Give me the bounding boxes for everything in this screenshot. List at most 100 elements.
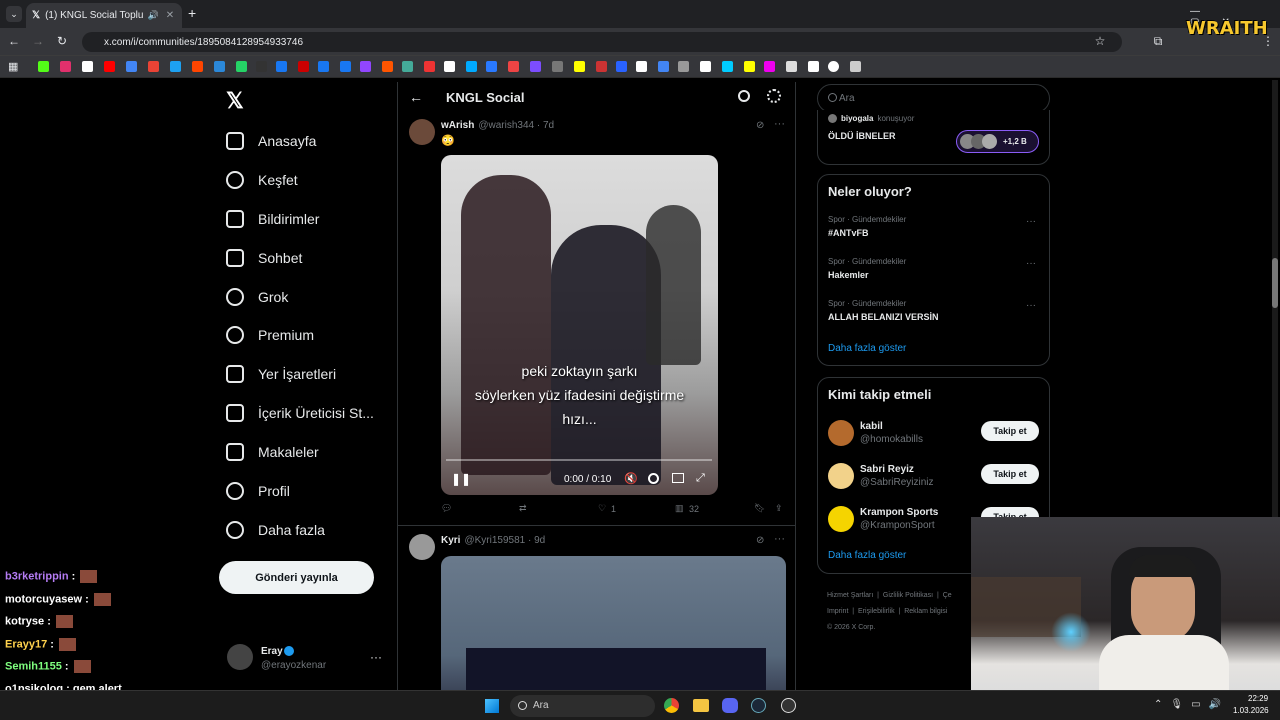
bookmark-icon[interactable] [298, 61, 309, 72]
video-settings-icon[interactable] [648, 473, 659, 484]
bookmark-icon[interactable] [552, 61, 563, 72]
bookmark-icon[interactable] [256, 61, 267, 72]
more-options-icon[interactable]: ··· [1026, 258, 1036, 269]
follow-name[interactable]: Sabri Reyiz [860, 464, 914, 475]
nav-item[interactable]: Bildirimler [226, 207, 319, 231]
explorer-icon[interactable] [693, 699, 709, 712]
mute-icon[interactable]: 🔇 [624, 472, 638, 485]
bookmark-icon[interactable] [82, 61, 93, 72]
tab-list-button[interactable]: ⌄ [6, 6, 22, 22]
reload-icon[interactable]: ↻ [54, 34, 70, 48]
bookmark-icon[interactable] [214, 61, 225, 72]
search-box[interactable]: Ara [817, 84, 1050, 113]
follow-avatar[interactable] [828, 506, 854, 532]
bookmark-icon[interactable] [764, 61, 775, 72]
bookmark-icon[interactable] [276, 61, 287, 72]
footer-link[interactable]: Hizmet Şartları [827, 592, 873, 599]
new-tab-button[interactable]: + [188, 5, 196, 21]
bookmark-icon[interactable] [636, 61, 647, 72]
more-options-icon[interactable]: ··· [1026, 300, 1036, 311]
nav-item[interactable]: İçerik Üreticisi St... [226, 401, 374, 425]
follow-button[interactable]: Takip et [981, 464, 1039, 484]
clock-time[interactable]: 22:29 [1248, 694, 1268, 703]
bookmark-icon[interactable] [828, 61, 839, 72]
url-bar[interactable]: x.com/i/communities/1895084128954933746 [82, 32, 1122, 52]
bookmark-icon[interactable] [402, 61, 413, 72]
bookmark-icon[interactable] [340, 61, 351, 72]
bookmark-icon[interactable] [170, 61, 181, 72]
follow-button[interactable]: Takip et [981, 421, 1039, 441]
bookmark-icon[interactable] [424, 61, 435, 72]
nav-item[interactable]: Yer İşaretleri [226, 362, 336, 386]
footer-link[interactable]: Çe [943, 592, 952, 599]
trends-show-more-link[interactable]: Daha fazla göster [828, 343, 906, 354]
bookmark-icon[interactable] [148, 61, 159, 72]
retweet-icon[interactable]: ⇄ [519, 503, 527, 514]
back-arrow-icon[interactable]: ← [409, 89, 423, 105]
grok-icon[interactable]: ⊘ [756, 535, 764, 546]
bookmark-icon[interactable] [616, 61, 627, 72]
bookmark-icon[interactable] [486, 61, 497, 72]
trend-name[interactable]: #ANTvFB [828, 228, 869, 238]
follow-avatar[interactable] [828, 420, 854, 446]
fullscreen-icon[interactable]: ⤢ [696, 472, 705, 485]
nav-item[interactable]: Makaleler [226, 440, 319, 464]
bookmark-icon[interactable] [444, 61, 455, 72]
tray-icons[interactable]: ⌃🎙▭🔊 [1154, 699, 1229, 710]
pip-icon[interactable] [672, 473, 684, 483]
nav-item[interactable]: Anasayfa [226, 129, 316, 153]
views-icon[interactable]: ▥ [675, 503, 684, 514]
bookmark-icon[interactable] [60, 61, 71, 72]
tweet-avatar[interactable] [409, 534, 435, 560]
bookmark-icon[interactable] [596, 61, 607, 72]
active-tab[interactable]: 𝕏 (1) KNGL Social Topluluk / X 🔊 ✕ [26, 3, 182, 28]
forward-icon[interactable]: → [30, 34, 46, 48]
follow-show-more-link[interactable]: Daha fazla göster [828, 550, 906, 561]
obs-icon[interactable] [781, 698, 796, 713]
bookmark-icon[interactable] [574, 61, 585, 72]
chrome-icon[interactable] [664, 698, 679, 713]
more-options-icon[interactable]: ··· [774, 533, 785, 545]
tab-close-icon[interactable]: ✕ [164, 10, 176, 22]
like-icon[interactable]: ♡ [598, 503, 606, 514]
x-logo-icon[interactable]: 𝕏 [226, 88, 244, 114]
bookmark-icon[interactable] [530, 61, 541, 72]
nav-item[interactable]: Keşfet [226, 168, 298, 192]
follow-name[interactable]: Krampon Sports [860, 507, 938, 518]
bookmark-icon[interactable] [126, 61, 137, 72]
bookmark-icon[interactable] [38, 61, 49, 72]
more-options-icon[interactable]: ··· [1026, 216, 1036, 227]
settings-icon[interactable] [767, 89, 781, 103]
account-switcher[interactable]: Eray @erayozkenar ··· [227, 644, 387, 672]
nav-item[interactable]: Premium [226, 323, 314, 347]
bookmark-icon[interactable] [744, 61, 755, 72]
share-icon[interactable]: ⇪ [775, 503, 783, 514]
bookmark-icon[interactable] [360, 61, 371, 72]
extensions-icon[interactable]: ⧉ [1150, 34, 1166, 49]
bookmark-icon[interactable] [808, 61, 819, 72]
follow-name[interactable]: kabil [860, 421, 883, 432]
apps-icon[interactable]: ▦ [8, 60, 18, 73]
nav-item[interactable]: Sohbet [226, 246, 302, 270]
bookmark-icon[interactable] [722, 61, 733, 72]
reply-icon[interactable]: 💬︎ [441, 503, 452, 514]
search-icon[interactable] [738, 90, 750, 102]
taskbar-search[interactable]: Ara [510, 695, 655, 717]
pause-icon[interactable]: ❚❚ [451, 472, 471, 486]
post-button[interactable]: Gönderi yayınla [219, 561, 374, 594]
nav-item[interactable]: Profil [226, 479, 290, 503]
nav-item[interactable]: Daha fazla [226, 518, 325, 542]
trend-name[interactable]: Hakemler [828, 270, 869, 280]
steam-icon[interactable] [751, 698, 766, 713]
more-options-icon[interactable]: ··· [370, 650, 382, 664]
footer-link[interactable]: Erişilebilirlik [858, 608, 895, 615]
footer-link[interactable]: Gizlilik Politikası [883, 592, 933, 599]
bookmark-icon[interactable] [192, 61, 203, 72]
start-icon[interactable] [485, 699, 499, 713]
space-listeners[interactable]: +1,2 B [956, 130, 1039, 153]
bookmark-icon[interactable] [236, 61, 247, 72]
clock-date[interactable]: 1.03.2026 [1233, 706, 1269, 715]
bookmark-icon[interactable] [658, 61, 669, 72]
bookmark-icon[interactable] [466, 61, 477, 72]
tweet-author-name[interactable]: Kyri [441, 535, 460, 546]
